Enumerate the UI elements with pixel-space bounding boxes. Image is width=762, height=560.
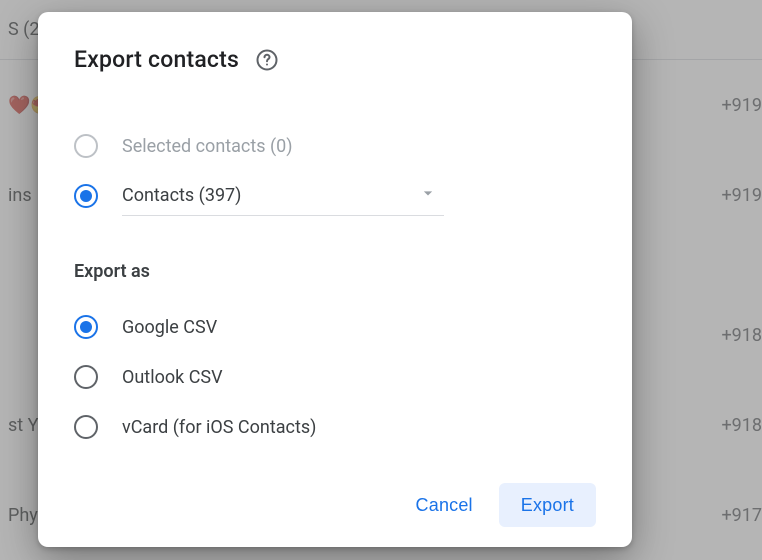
chevron-down-icon: [418, 183, 438, 208]
radio-icon: [74, 365, 98, 389]
contacts-dropdown[interactable]: Contacts (397): [122, 176, 444, 216]
radio-label: Selected contacts (0): [122, 136, 293, 157]
radio-label: Google CSV: [122, 317, 217, 338]
export-button[interactable]: Export: [499, 483, 596, 527]
export-contacts-dialog: Export contacts Selected contacts (0) Co…: [38, 12, 632, 547]
radio-outlook-csv[interactable]: Outlook CSV: [74, 352, 596, 402]
radio-icon: [74, 315, 98, 339]
source-group: Selected contacts (0) Contacts (397): [74, 121, 596, 221]
radio-label: vCard (for iOS Contacts): [122, 417, 316, 438]
radio-contacts[interactable]: Contacts (397): [74, 171, 596, 221]
radio-icon: [74, 415, 98, 439]
radio-selected-contacts: Selected contacts (0): [74, 121, 596, 171]
dialog-buttons: Cancel Export: [74, 483, 596, 527]
cancel-button[interactable]: Cancel: [394, 483, 495, 527]
radio-icon: [74, 184, 98, 208]
radio-vcard[interactable]: vCard (for iOS Contacts): [74, 402, 596, 452]
export-as-label: Export as: [74, 261, 596, 282]
help-icon[interactable]: [255, 48, 279, 72]
radio-label: Outlook CSV: [122, 367, 223, 388]
dropdown-value: Contacts (397): [122, 185, 241, 206]
radio-google-csv[interactable]: Google CSV: [74, 302, 596, 352]
radio-icon: [74, 134, 98, 158]
dialog-header: Export contacts: [74, 46, 596, 73]
dialog-title: Export contacts: [74, 46, 239, 73]
format-group: Google CSV Outlook CSV vCard (for iOS Co…: [74, 302, 596, 452]
